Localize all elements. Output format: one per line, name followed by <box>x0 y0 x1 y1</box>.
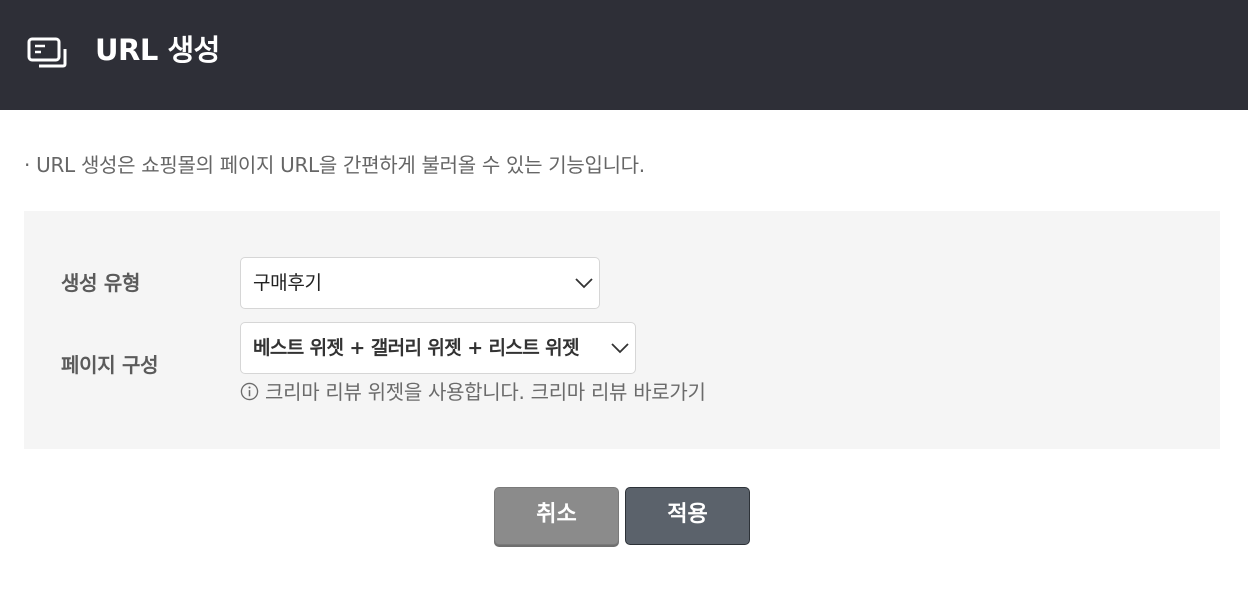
form-panel: 생성 유형 구매후기 페이지 구성 베스트 위젯 + 갤러리 위젯 + 리스트 … <box>24 211 1220 449</box>
chevron-down-icon <box>611 343 629 354</box>
crema-review-link[interactable]: 크리마 리뷰 바로가기 <box>531 380 706 404</box>
cancel-button[interactable]: 취소 <box>494 487 619 545</box>
window-cards-icon <box>27 37 67 68</box>
info-circle-icon <box>240 382 259 401</box>
type-label: 생성 유형 <box>61 271 141 295</box>
page-select-value: 베스트 위젯 + 갤러리 위젯 + 리스트 위젯 <box>253 337 580 359</box>
chevron-down-icon <box>575 278 593 289</box>
type-select[interactable]: 구매후기 <box>240 257 600 309</box>
description-text: · URL 생성은 쇼핑몰의 페이지 URL을 간편하게 불러올 수 있는 기능… <box>24 153 645 177</box>
info-line: 크리마 리뷰 위젯을 사용합니다. 크리마 리뷰 바로가기 <box>240 378 706 406</box>
page-label: 페이지 구성 <box>61 353 159 377</box>
type-select-value: 구매후기 <box>253 272 322 294</box>
dialog-header: URL 생성 <box>0 0 1248 110</box>
info-text: 크리마 리뷰 위젯을 사용합니다. <box>265 380 525 404</box>
apply-button[interactable]: 적용 <box>625 487 750 545</box>
page-select[interactable]: 베스트 위젯 + 갤러리 위젯 + 리스트 위젯 <box>240 322 636 374</box>
dialog-title: URL 생성 <box>95 33 220 67</box>
url-create-dialog: URL 생성 · URL 생성은 쇼핑몰의 페이지 URL을 간편하게 불러올 … <box>0 0 1248 594</box>
